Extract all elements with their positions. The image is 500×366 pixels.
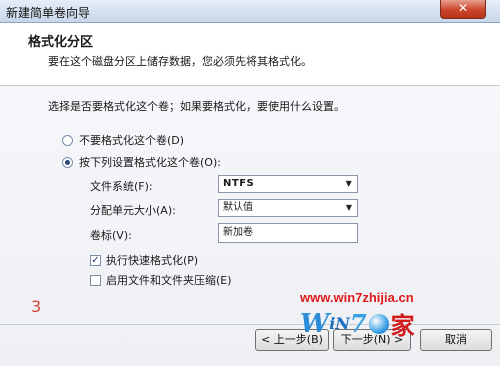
logo-digit-7: 7	[349, 309, 367, 338]
close-button[interactable]: ✕	[440, 0, 486, 19]
allocation-unit-label: 分配单元大小(A):	[90, 204, 176, 217]
chevron-down-icon[interactable]: ▼	[343, 176, 355, 192]
window-titlebar: 新建简单卷向导 ✕	[0, 0, 500, 23]
radio-format[interactable]: 按下列设置格式化这个卷(O):	[62, 154, 221, 170]
radio-button-selected-icon[interactable]	[62, 156, 73, 168]
window-title: 新建简单卷向导	[6, 6, 91, 20]
logo-letter-w: W	[300, 308, 330, 339]
radio-button-icon[interactable]	[62, 134, 73, 146]
format-question: 选择是否要格式化这个卷；如果要格式化，要使用什么设置。	[48, 100, 345, 113]
radio-format-label: 按下列设置格式化这个卷(O):	[79, 156, 221, 169]
windows-orb-icon	[368, 313, 389, 334]
allocation-unit-select[interactable]: 默认值 ▼	[218, 199, 358, 217]
page-title: 格式化分区	[28, 35, 94, 50]
quick-format-checkbox[interactable]: ✓ 执行快速格式化(P)	[90, 252, 198, 268]
close-icon: ✕	[457, 1, 469, 15]
step-number: 3	[31, 297, 42, 316]
logo-home-char: 家	[390, 311, 415, 340]
checkmark-icon[interactable]: ✓	[90, 254, 101, 266]
radio-no-format[interactable]: 不要格式化这个卷(D)	[62, 132, 184, 148]
compression-checkbox[interactable]: 启用文件和文件夹压缩(E)	[90, 272, 232, 288]
wizard-content: 选择是否要格式化这个卷；如果要格式化，要使用什么设置。 不要格式化这个卷(D) …	[0, 86, 500, 366]
radio-no-format-label: 不要格式化这个卷(D)	[79, 134, 185, 147]
wizard-header: 格式化分区 要在这个磁盘分区上储存数据，您必须先将其格式化。	[0, 23, 500, 86]
file-system-label: 文件系统(F):	[90, 180, 153, 193]
cancel-button[interactable]: 取消	[420, 329, 492, 351]
allocation-unit-value: 默认值	[223, 202, 253, 213]
volume-label-label: 卷标(V):	[90, 229, 132, 242]
file-system-value: NTFS	[223, 178, 255, 189]
chevron-down-icon[interactable]: ▼	[343, 200, 355, 216]
file-system-select[interactable]: NTFS ▼	[218, 175, 358, 193]
compression-label: 启用文件和文件夹压缩(E)	[106, 274, 232, 287]
watermark-logo: W iN 7 家	[300, 306, 415, 341]
page-description: 要在这个磁盘分区上储存数据，您必须先将其格式化。	[48, 55, 312, 68]
quick-format-label: 执行快速格式化(P)	[106, 254, 199, 267]
footer-divider	[0, 324, 500, 325]
volume-label-input[interactable]: 新加卷	[218, 223, 358, 243]
volume-label-value: 新加卷	[223, 227, 253, 238]
checkbox-empty-icon[interactable]	[90, 274, 101, 286]
logo-letters-in: iN	[329, 314, 350, 333]
watermark-url: www.win7zhijia.cn	[300, 290, 414, 305]
